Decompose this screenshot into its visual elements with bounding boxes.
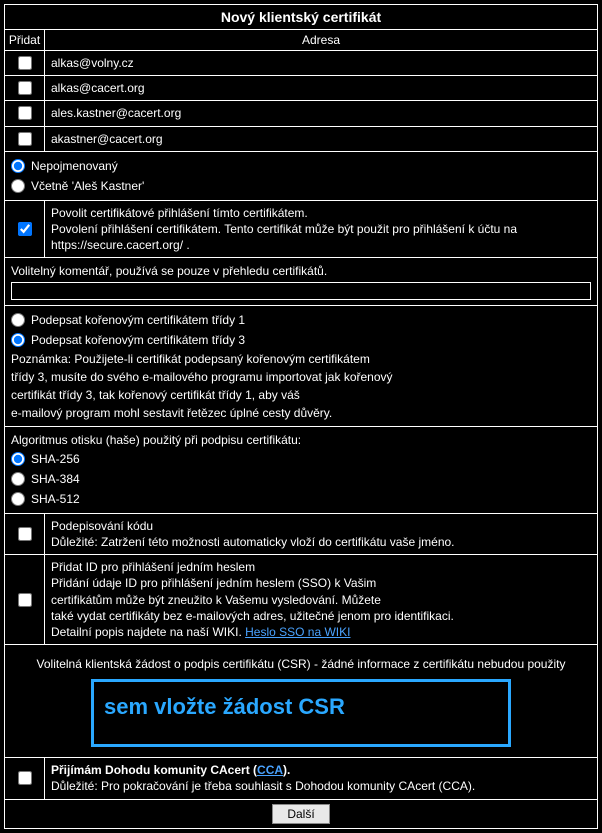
sso-checkbox[interactable] <box>18 593 32 607</box>
cert-login-line1: Povolit certifikátové přihlášení tímto c… <box>51 205 591 221</box>
radio-sha384[interactable] <box>11 472 25 486</box>
code-sign-row: Podepisování kódu Důležité: Zatržení tét… <box>5 514 597 555</box>
email-checkbox-3[interactable] <box>18 132 32 146</box>
header-add: Přidat <box>5 30 45 50</box>
table-header: Přidat Adresa <box>5 30 597 51</box>
page-title: Nový klientský certifikát <box>5 5 597 30</box>
email-row: alkas@volny.cz <box>5 51 597 76</box>
sso-wiki-link[interactable]: Heslo SSO na WIKI <box>245 625 350 639</box>
code-sign-checkbox[interactable] <box>18 527 32 541</box>
label-sha384: SHA-384 <box>31 470 80 488</box>
name-section: Nepojmenovaný Včetně 'Aleš Kastner' <box>5 152 597 201</box>
sso-line5: Detailní popis najdete na naší WIKI. <box>51 625 245 639</box>
radio-class3[interactable] <box>11 333 25 347</box>
hash-label: Algoritmus otisku (haše) použitý při pod… <box>11 431 591 449</box>
label-sha512: SHA-512 <box>31 490 80 508</box>
cca-line1a: Přijímám Dohodu komunity CAcert ( <box>51 763 257 777</box>
csr-section: Volitelná klientská žádost o podpis cert… <box>5 645 597 758</box>
email-checkbox-0[interactable] <box>18 56 32 70</box>
label-class1: Podepsat kořenovým certifikátem třídy 1 <box>31 311 245 329</box>
sign-section: Podepsat kořenovým certifikátem třídy 1 … <box>5 306 597 427</box>
cca-line1b: ). <box>283 763 290 777</box>
sso-line2: Přidání údaje ID pro přihlášení jedním h… <box>51 575 591 591</box>
label-include-name: Včetně 'Aleš Kastner' <box>31 177 144 195</box>
cca-row: Přijímám Dohodu komunity CAcert (CCA). D… <box>5 758 597 799</box>
hash-section: Algoritmus otisku (haše) použitý při pod… <box>5 427 597 514</box>
radio-class1[interactable] <box>11 313 25 327</box>
code-sign-line1: Podepisování kódu <box>51 518 591 534</box>
form-container: Nový klientský certifikát Přidat Adresa … <box>4 4 598 829</box>
label-unnamed: Nepojmenovaný <box>31 157 118 175</box>
sso-line1: Přidat ID pro přihlášení jedním heslem <box>51 559 591 575</box>
comment-input[interactable] <box>11 282 591 300</box>
email-0: alkas@volny.cz <box>45 51 597 75</box>
email-2: ales.kastner@cacert.org <box>45 101 597 125</box>
submit-row: Další <box>5 800 597 828</box>
email-checkbox-1[interactable] <box>18 81 32 95</box>
email-row: ales.kastner@cacert.org <box>5 101 597 126</box>
email-1: alkas@cacert.org <box>45 76 597 100</box>
cca-line2: Důležité: Pro pokračování je třeba souhl… <box>51 778 591 794</box>
csr-label: Volitelná klientská žádost o podpis cert… <box>11 651 591 679</box>
email-row: alkas@cacert.org <box>5 76 597 101</box>
sign-note3: certifikát třídy 3, tak kořenový certifi… <box>11 386 591 404</box>
code-sign-line2: Důležité: Zatržení této možnosti automat… <box>51 534 591 550</box>
email-checkbox-2[interactable] <box>18 106 32 120</box>
header-address: Adresa <box>45 30 597 50</box>
label-sha256: SHA-256 <box>31 450 80 468</box>
email-row: akastner@cacert.org <box>5 127 597 152</box>
sso-row: Přidat ID pro přihlášení jedním heslem P… <box>5 555 597 645</box>
sso-line3: certifikátům může být zneužito k Vašemu … <box>51 592 591 608</box>
cert-login-row: Povolit certifikátové přihlášení tímto c… <box>5 201 597 259</box>
sign-note4: e-mailový program mohl sestavit řetězec … <box>11 404 591 422</box>
comment-label: Volitelný komentář, používá se pouze v p… <box>11 262 591 280</box>
cca-link[interactable]: CCA <box>257 763 283 777</box>
radio-include-name[interactable] <box>11 179 25 193</box>
next-button[interactable]: Další <box>272 804 329 824</box>
comment-section: Volitelný komentář, používá se pouze v p… <box>5 258 597 306</box>
sso-line4: také vydat certifikáty bez e-mailových a… <box>51 608 591 624</box>
sign-note2: třídy 3, musíte do svého e-mailového pro… <box>11 368 591 386</box>
cca-checkbox[interactable] <box>18 771 32 785</box>
cert-login-line2: Povolení přihlášení certifikátem. Tento … <box>51 221 591 253</box>
label-class3: Podepsat kořenovým certifikátem třídy 3 <box>31 331 245 349</box>
radio-sha256[interactable] <box>11 452 25 466</box>
csr-textarea[interactable] <box>91 679 511 747</box>
email-3: akastner@cacert.org <box>45 127 597 151</box>
sign-note1: Poznámka: Použijete-li certifikát podeps… <box>11 350 591 368</box>
cert-login-checkbox[interactable] <box>18 222 32 236</box>
radio-sha512[interactable] <box>11 492 25 506</box>
radio-unnamed[interactable] <box>11 159 25 173</box>
